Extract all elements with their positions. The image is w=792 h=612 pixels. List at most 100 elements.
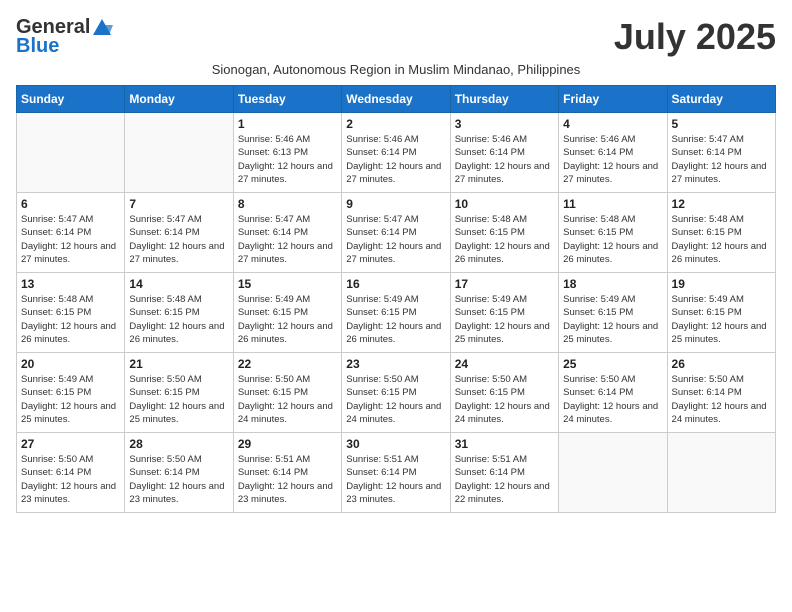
day-number: 11 (563, 197, 662, 211)
day-info: Sunrise: 5:49 AM Sunset: 6:15 PM Dayligh… (563, 293, 662, 346)
calendar-cell: 21 Sunrise: 5:50 AM Sunset: 6:15 PM Dayli… (125, 353, 233, 433)
day-header-saturday: Saturday (667, 86, 775, 113)
day-info: Sunrise: 5:51 AM Sunset: 6:14 PM Dayligh… (455, 453, 554, 506)
day-header-thursday: Thursday (450, 86, 558, 113)
day-number: 25 (563, 357, 662, 371)
calendar-cell (17, 113, 125, 193)
day-header-friday: Friday (559, 86, 667, 113)
calendar-cell: 13 Sunrise: 5:48 AM Sunset: 6:15 PM Dayli… (17, 273, 125, 353)
day-number: 12 (672, 197, 771, 211)
calendar-cell: 17 Sunrise: 5:49 AM Sunset: 6:15 PM Dayli… (450, 273, 558, 353)
calendar-cell: 12 Sunrise: 5:48 AM Sunset: 6:15 PM Dayli… (667, 193, 775, 273)
logo: General Blue (16, 16, 113, 58)
calendar-cell (667, 433, 775, 513)
calendar-cell: 14 Sunrise: 5:48 AM Sunset: 6:15 PM Dayli… (125, 273, 233, 353)
day-number: 22 (238, 357, 337, 371)
day-info: Sunrise: 5:46 AM Sunset: 6:14 PM Dayligh… (346, 133, 445, 186)
day-number: 13 (21, 277, 120, 291)
day-number: 7 (129, 197, 228, 211)
day-number: 21 (129, 357, 228, 371)
header: General Blue July 2025 (16, 16, 776, 58)
day-number: 27 (21, 437, 120, 451)
day-number: 10 (455, 197, 554, 211)
day-number: 3 (455, 117, 554, 131)
calendar-cell: 24Sunrise: 5:50 AM Sunset: 6:15 PM Dayli… (450, 353, 558, 433)
day-number: 14 (129, 277, 228, 291)
calendar-cell: 31Sunrise: 5:51 AM Sunset: 6:14 PM Dayli… (450, 433, 558, 513)
calendar-cell: 29 Sunrise: 5:51 AM Sunset: 6:14 PM Dayli… (233, 433, 341, 513)
day-number: 6 (21, 197, 120, 211)
month-title: July 2025 (614, 16, 776, 58)
day-info: Sunrise: 5:47 AM Sunset: 6:14 PM Dayligh… (672, 133, 771, 186)
calendar-cell: 3 Sunrise: 5:46 AM Sunset: 6:14 PM Daylig… (450, 113, 558, 193)
day-info: Sunrise: 5:49 AM Sunset: 6:15 PM Dayligh… (346, 293, 445, 346)
day-info: Sunrise: 5:46 AM Sunset: 6:14 PM Dayligh… (455, 133, 554, 186)
calendar-cell: 23Sunrise: 5:50 AM Sunset: 6:15 PM Dayli… (342, 353, 450, 433)
day-info: Sunrise: 5:48 AM Sunset: 6:15 PM Dayligh… (21, 293, 120, 346)
calendar-cell: 27 Sunrise: 5:50 AM Sunset: 6:14 PM Dayli… (17, 433, 125, 513)
day-number: 8 (238, 197, 337, 211)
calendar-subtitle: Sionogan, Autonomous Region in Muslim Mi… (16, 62, 776, 77)
day-info: Sunrise: 5:46 AM Sunset: 6:14 PM Dayligh… (563, 133, 662, 186)
day-info: Sunrise: 5:50 AM Sunset: 6:14 PM Dayligh… (672, 373, 771, 426)
calendar-cell: 30 Sunrise: 5:51 AM Sunset: 6:14 PM Dayli… (342, 433, 450, 513)
day-info: Sunrise: 5:50 AM Sunset: 6:14 PM Dayligh… (129, 453, 228, 506)
day-info: Sunrise: 5:50 AM Sunset: 6:14 PM Dayligh… (21, 453, 120, 506)
day-number: 9 (346, 197, 445, 211)
calendar-cell (559, 433, 667, 513)
logo-blue-text: Blue (16, 35, 59, 58)
calendar-table: SundayMondayTuesdayWednesdayThursdayFrid… (16, 85, 776, 513)
week-row-5: 27 Sunrise: 5:50 AM Sunset: 6:14 PM Dayli… (17, 433, 776, 513)
day-number: 16 (346, 277, 445, 291)
day-info: Sunrise: 5:48 AM Sunset: 6:15 PM Dayligh… (129, 293, 228, 346)
week-row-2: 6 Sunrise: 5:47 AM Sunset: 6:14 PM Daylig… (17, 193, 776, 273)
day-header-monday: Monday (125, 86, 233, 113)
calendar-cell: 10 Sunrise: 5:48 AM Sunset: 6:15 PM Dayli… (450, 193, 558, 273)
calendar-cell: 18 Sunrise: 5:49 AM Sunset: 6:15 PM Dayli… (559, 273, 667, 353)
day-number: 29 (238, 437, 337, 451)
calendar-cell: 28 Sunrise: 5:50 AM Sunset: 6:14 PM Dayli… (125, 433, 233, 513)
day-number: 19 (672, 277, 771, 291)
day-number: 20 (21, 357, 120, 371)
day-header-tuesday: Tuesday (233, 86, 341, 113)
calendar-cell: 26 Sunrise: 5:50 AM Sunset: 6:14 PM Dayli… (667, 353, 775, 433)
day-info: Sunrise: 5:47 AM Sunset: 6:14 PM Dayligh… (238, 213, 337, 266)
days-of-week-row: SundayMondayTuesdayWednesdayThursdayFrid… (17, 86, 776, 113)
day-info: Sunrise: 5:51 AM Sunset: 6:14 PM Dayligh… (238, 453, 337, 506)
day-info: Sunrise: 5:50 AM Sunset: 6:14 PM Dayligh… (563, 373, 662, 426)
day-header-wednesday: Wednesday (342, 86, 450, 113)
day-info: Sunrise: 5:50 AM Sunset: 6:15 PM Dayligh… (346, 373, 445, 426)
calendar-cell: 8 Sunrise: 5:47 AM Sunset: 6:14 PM Daylig… (233, 193, 341, 273)
calendar-cell: 9Sunrise: 5:47 AM Sunset: 6:14 PM Daylig… (342, 193, 450, 273)
day-number: 18 (563, 277, 662, 291)
day-info: Sunrise: 5:48 AM Sunset: 6:15 PM Dayligh… (563, 213, 662, 266)
day-number: 17 (455, 277, 554, 291)
day-info: Sunrise: 5:50 AM Sunset: 6:15 PM Dayligh… (238, 373, 337, 426)
day-info: Sunrise: 5:49 AM Sunset: 6:15 PM Dayligh… (238, 293, 337, 346)
day-number: 28 (129, 437, 228, 451)
calendar-cell: 15Sunrise: 5:49 AM Sunset: 6:15 PM Dayli… (233, 273, 341, 353)
day-info: Sunrise: 5:48 AM Sunset: 6:15 PM Dayligh… (672, 213, 771, 266)
day-number: 1 (238, 117, 337, 131)
day-info: Sunrise: 5:48 AM Sunset: 6:15 PM Dayligh… (455, 213, 554, 266)
calendar-cell: 11 Sunrise: 5:48 AM Sunset: 6:15 PM Dayli… (559, 193, 667, 273)
day-number: 26 (672, 357, 771, 371)
calendar-cell: 6Sunrise: 5:47 AM Sunset: 6:14 PM Daylig… (17, 193, 125, 273)
day-number: 30 (346, 437, 445, 451)
calendar-cell: 25 Sunrise: 5:50 AM Sunset: 6:14 PM Dayli… (559, 353, 667, 433)
day-number: 5 (672, 117, 771, 131)
day-info: Sunrise: 5:50 AM Sunset: 6:15 PM Dayligh… (455, 373, 554, 426)
day-number: 4 (563, 117, 662, 131)
day-info: Sunrise: 5:49 AM Sunset: 6:15 PM Dayligh… (455, 293, 554, 346)
calendar-cell: 4 Sunrise: 5:46 AM Sunset: 6:14 PM Daylig… (559, 113, 667, 193)
day-info: Sunrise: 5:51 AM Sunset: 6:14 PM Dayligh… (346, 453, 445, 506)
calendar-cell: 19Sunrise: 5:49 AM Sunset: 6:15 PM Dayli… (667, 273, 775, 353)
calendar-cell: 2Sunrise: 5:46 AM Sunset: 6:14 PM Daylig… (342, 113, 450, 193)
day-info: Sunrise: 5:46 AM Sunset: 6:13 PM Dayligh… (238, 133, 337, 186)
week-row-3: 13 Sunrise: 5:48 AM Sunset: 6:15 PM Dayli… (17, 273, 776, 353)
calendar-cell: 20 Sunrise: 5:49 AM Sunset: 6:15 PM Dayli… (17, 353, 125, 433)
day-info: Sunrise: 5:49 AM Sunset: 6:15 PM Dayligh… (21, 373, 120, 426)
calendar-cell (125, 113, 233, 193)
day-info: Sunrise: 5:50 AM Sunset: 6:15 PM Dayligh… (129, 373, 228, 426)
logo-icon (91, 17, 113, 39)
